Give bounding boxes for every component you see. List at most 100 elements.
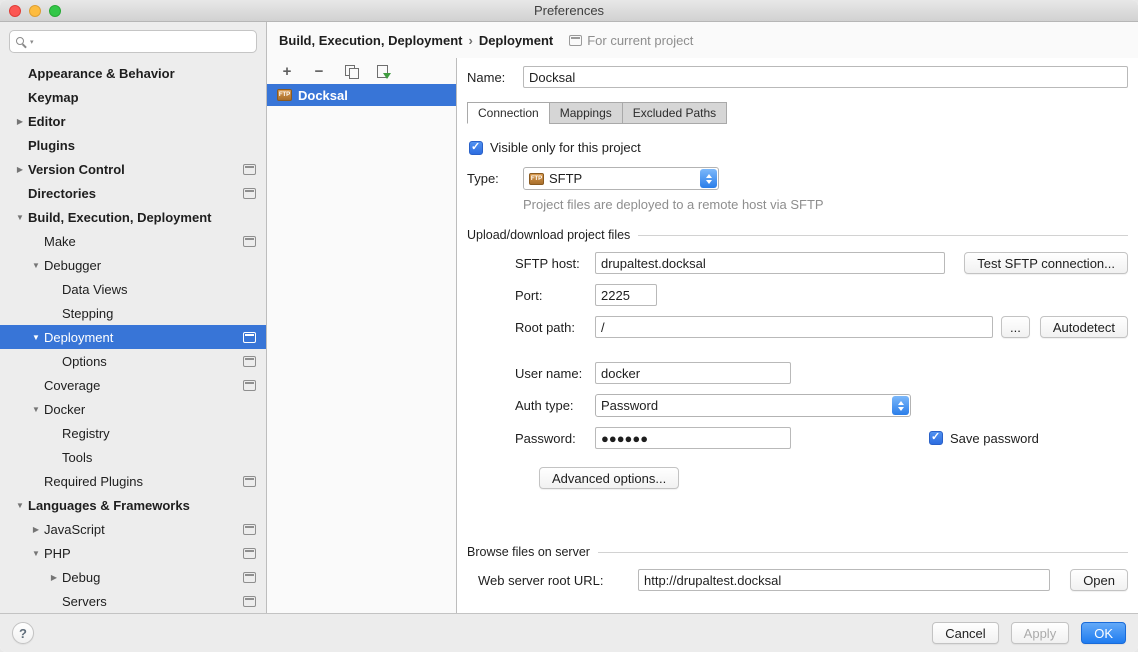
close-button[interactable] xyxy=(9,5,21,17)
section-divider xyxy=(598,552,1128,553)
chevron-down-icon[interactable]: ▼ xyxy=(12,501,28,510)
port-input[interactable] xyxy=(595,284,657,306)
add-server-button[interactable]: + xyxy=(279,63,295,79)
sidebar-item-debugger[interactable]: ▼Debugger xyxy=(0,253,266,277)
type-dropdown[interactable]: FTP SFTP xyxy=(523,167,719,190)
chevron-down-icon[interactable]: ▼ xyxy=(28,333,44,342)
sidebar-item-data-views[interactable]: Data Views xyxy=(0,277,266,301)
chevron-down-icon[interactable]: ▼ xyxy=(28,405,44,414)
sidebar-item-required-plugins[interactable]: Required Plugins xyxy=(0,469,266,493)
paste-server-button[interactable] xyxy=(375,63,391,79)
sidebar-item-servers[interactable]: Servers xyxy=(0,589,266,613)
minimize-button[interactable] xyxy=(29,5,41,17)
chevron-right-icon[interactable]: ▶ xyxy=(12,117,28,126)
auth-type-label: Auth type: xyxy=(515,398,595,413)
sidebar-item-label: Debugger xyxy=(44,258,101,273)
tab-mappings[interactable]: Mappings xyxy=(549,102,623,124)
project-settings-icon xyxy=(243,356,256,367)
breadcrumb-parent[interactable]: Build, Execution, Deployment xyxy=(279,33,462,48)
sidebar-item-tools[interactable]: Tools xyxy=(0,445,266,469)
settings-search-input[interactable] xyxy=(37,35,250,49)
type-label: Type: xyxy=(467,171,523,186)
settings-search-box[interactable]: ▾ xyxy=(9,30,257,53)
sidebar-item-label: PHP xyxy=(44,546,71,561)
name-input[interactable] xyxy=(523,66,1128,88)
project-settings-icon xyxy=(243,524,256,535)
apply-button[interactable]: Apply xyxy=(1011,622,1070,644)
sidebar-item-label: Languages & Frameworks xyxy=(28,498,190,513)
cancel-button[interactable]: Cancel xyxy=(932,622,998,644)
autodetect-button[interactable]: Autodetect xyxy=(1040,316,1128,338)
save-password-row: Save password xyxy=(929,431,1039,446)
sidebar-item-deployment[interactable]: ▼Deployment xyxy=(0,325,266,349)
chevron-down-icon[interactable]: ▼ xyxy=(12,213,28,222)
port-label: Port: xyxy=(515,288,595,303)
search-options-chevron-icon[interactable]: ▾ xyxy=(30,38,34,46)
name-label: Name: xyxy=(467,70,523,85)
sidebar-item-javascript[interactable]: ▶JavaScript xyxy=(0,517,266,541)
user-name-input[interactable] xyxy=(595,362,791,384)
sftp-host-input[interactable] xyxy=(595,252,945,274)
browse-root-path-button[interactable]: ... xyxy=(1001,316,1030,338)
sidebar-item-options[interactable]: Options xyxy=(0,349,266,373)
open-button[interactable]: Open xyxy=(1070,569,1128,591)
preferences-window: Preferences ▾ Appearance & BehaviorKeyma… xyxy=(0,0,1138,652)
sidebar-item-label: Stepping xyxy=(62,306,113,321)
server-list-panel: + − FTP Docksal xyxy=(267,58,457,613)
sidebar-item-label: Plugins xyxy=(28,138,75,153)
sftp-host-label: SFTP host: xyxy=(515,256,595,271)
sidebar-item-debug[interactable]: ▶Debug xyxy=(0,565,266,589)
sidebar-item-make[interactable]: Make xyxy=(0,229,266,253)
traffic-lights xyxy=(9,5,61,17)
sidebar-item-label: Docker xyxy=(44,402,85,417)
auth-type-value: Password xyxy=(601,398,658,413)
chevron-down-icon[interactable]: ▼ xyxy=(28,261,44,270)
chevron-right-icon[interactable]: ▶ xyxy=(12,165,28,174)
dropdown-stepper-icon xyxy=(892,396,909,415)
sidebar-item-editor[interactable]: ▶Editor xyxy=(0,109,266,133)
sidebar-item-registry[interactable]: Registry xyxy=(0,421,266,445)
chevron-right-icon[interactable]: ▶ xyxy=(46,573,62,582)
auth-type-dropdown[interactable]: Password xyxy=(595,394,911,417)
chevron-down-icon[interactable]: ▼ xyxy=(28,549,44,558)
sidebar-item-stepping[interactable]: Stepping xyxy=(0,301,266,325)
password-input[interactable] xyxy=(595,427,791,449)
browse-section-header: Browse files on server xyxy=(467,545,1128,559)
advanced-options-button[interactable]: Advanced options... xyxy=(539,467,679,489)
server-list-item-docksal[interactable]: FTP Docksal xyxy=(267,84,456,106)
ok-button[interactable]: OK xyxy=(1081,622,1126,644)
sidebar-item-appearance-behavior[interactable]: Appearance & Behavior xyxy=(0,61,266,85)
connection-tabs: Connection Mappings Excluded Paths xyxy=(467,102,1128,124)
web-root-input[interactable] xyxy=(638,569,1050,591)
sidebar-item-label: Required Plugins xyxy=(44,474,143,489)
user-name-label: User name: xyxy=(515,366,595,381)
visible-only-checkbox[interactable] xyxy=(469,141,483,155)
current-project-icon xyxy=(569,35,582,46)
visible-only-row: Visible only for this project xyxy=(469,140,1128,155)
sidebar-item-version-control[interactable]: ▶Version Control xyxy=(0,157,266,181)
sidebar-item-languages-frameworks[interactable]: ▼Languages & Frameworks xyxy=(0,493,266,517)
help-button[interactable]: ? xyxy=(12,622,34,644)
save-password-checkbox[interactable] xyxy=(929,431,943,445)
search-icon xyxy=(16,36,27,48)
chevron-right-icon[interactable]: ▶ xyxy=(28,525,44,534)
root-path-input[interactable] xyxy=(595,316,993,338)
tab-connection[interactable]: Connection xyxy=(467,102,550,124)
sidebar-item-directories[interactable]: Directories xyxy=(0,181,266,205)
copy-server-button[interactable] xyxy=(343,63,359,79)
sidebar-item-plugins[interactable]: Plugins xyxy=(0,133,266,157)
server-item-label: Docksal xyxy=(298,88,348,103)
test-sftp-connection-button[interactable]: Test SFTP connection... xyxy=(964,252,1128,274)
sidebar-item-build-execution-deployment[interactable]: ▼Build, Execution, Deployment xyxy=(0,205,266,229)
visible-only-label: Visible only for this project xyxy=(490,140,641,155)
sidebar-item-label: Registry xyxy=(62,426,110,441)
tab-excluded-paths[interactable]: Excluded Paths xyxy=(622,102,727,124)
remove-server-button[interactable]: − xyxy=(311,63,327,79)
sidebar-item-php[interactable]: ▼PHP xyxy=(0,541,266,565)
settings-tree: Appearance & BehaviorKeymap▶EditorPlugin… xyxy=(0,57,266,613)
zoom-button[interactable] xyxy=(49,5,61,17)
sidebar-item-docker[interactable]: ▼Docker xyxy=(0,397,266,421)
sidebar-item-keymap[interactable]: Keymap xyxy=(0,85,266,109)
sidebar-item-coverage[interactable]: Coverage xyxy=(0,373,266,397)
sidebar-item-label: Editor xyxy=(28,114,66,129)
